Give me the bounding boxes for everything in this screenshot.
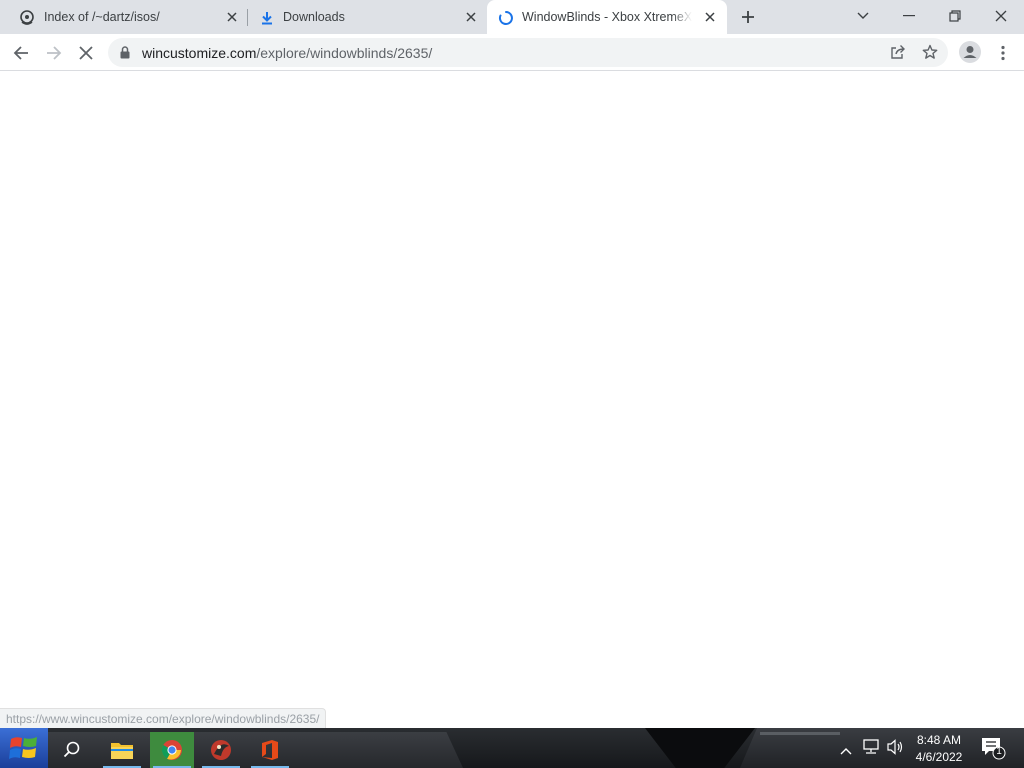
tab-downloads[interactable]: Downloads bbox=[248, 0, 486, 34]
avatar-icon bbox=[959, 41, 981, 63]
close-icon bbox=[995, 10, 1007, 22]
taskbar-file-explorer[interactable] bbox=[100, 732, 144, 768]
taskbar-office[interactable] bbox=[248, 732, 292, 768]
chrome-icon bbox=[161, 740, 182, 760]
taskbar-app[interactable] bbox=[199, 732, 243, 768]
address-bar[interactable]: wincustomize.com/explore/windowblinds/26… bbox=[108, 38, 948, 67]
download-icon bbox=[258, 9, 275, 26]
office-icon bbox=[262, 740, 278, 760]
profile-button[interactable] bbox=[958, 40, 982, 64]
menu-button[interactable] bbox=[992, 42, 1014, 64]
lock-icon[interactable] bbox=[120, 46, 130, 64]
clock-date: 4/6/2022 bbox=[915, 750, 963, 764]
search-icon bbox=[63, 741, 80, 758]
taskbar-notch bbox=[645, 728, 755, 768]
close-icon bbox=[79, 46, 93, 60]
tab-index-of-isos[interactable]: Index of /~dartz/isos/ bbox=[0, 0, 247, 34]
close-window-button[interactable] bbox=[990, 6, 1012, 26]
tab-search-button[interactable] bbox=[852, 6, 874, 26]
new-tab-button[interactable] bbox=[738, 8, 758, 26]
tab-title: WindowBlinds - Xbox XtremeXP bbox=[522, 10, 692, 24]
link-status-bubble: https://www.wincustomize.com/explore/win… bbox=[0, 708, 327, 728]
tab-title: Downloads bbox=[283, 10, 345, 24]
back-button[interactable] bbox=[10, 42, 32, 64]
tab-windowblinds[interactable]: WindowBlinds - Xbox XtremeXP bbox=[487, 0, 727, 34]
tab-close-icon[interactable] bbox=[463, 9, 479, 25]
folder-icon bbox=[111, 743, 133, 759]
share-icon bbox=[891, 45, 905, 59]
arrow-right-icon bbox=[47, 46, 62, 60]
url-text: wincustomize.com/explore/windowblinds/26… bbox=[142, 45, 432, 61]
clock-time: 8:48 AM bbox=[916, 733, 962, 747]
site-icon bbox=[18, 9, 35, 26]
restore-icon bbox=[949, 10, 961, 22]
volume-icon[interactable] bbox=[886, 739, 904, 760]
page-content bbox=[0, 71, 1024, 728]
tab-strip: Index of /~dartz/isos/ Downloads WindowB… bbox=[0, 0, 1024, 34]
bookmark-button[interactable] bbox=[919, 41, 941, 63]
windows-logo-icon bbox=[9, 737, 37, 759]
tab-close-icon[interactable] bbox=[224, 9, 240, 25]
start-button[interactable] bbox=[0, 728, 48, 768]
taskbar-search-button[interactable] bbox=[50, 732, 94, 768]
minimize-icon bbox=[903, 15, 915, 17]
minimize-button[interactable] bbox=[898, 6, 920, 26]
url-path: /explore/windowblinds/2635/ bbox=[256, 45, 433, 61]
chevron-down-icon bbox=[857, 12, 869, 19]
notification-count: 1 bbox=[996, 746, 1002, 757]
taskbar-chrome[interactable] bbox=[150, 732, 194, 768]
kebab-menu-icon bbox=[1001, 45, 1005, 61]
restore-button[interactable] bbox=[944, 6, 966, 26]
network-icon[interactable] bbox=[862, 739, 880, 760]
tab-title: Index of /~dartz/isos/ bbox=[44, 10, 160, 24]
action-center-button[interactable]: 1 bbox=[980, 736, 1008, 762]
app-icon bbox=[211, 740, 231, 760]
browser-toolbar: wincustomize.com/explore/windowblinds/26… bbox=[0, 34, 1024, 71]
stop-loading-button[interactable] bbox=[75, 42, 97, 64]
arrow-left-icon bbox=[13, 46, 28, 60]
chevron-up-icon bbox=[840, 748, 852, 755]
url-host: wincustomize.com bbox=[142, 45, 257, 61]
loading-spinner-icon bbox=[497, 9, 514, 26]
taskbar-clock[interactable]: 8:48 AM 4/6/2022 bbox=[904, 732, 974, 766]
plus-icon bbox=[742, 11, 754, 23]
star-icon bbox=[922, 44, 938, 59]
forward-button[interactable] bbox=[43, 42, 65, 64]
show-hidden-icons-button[interactable] bbox=[840, 742, 852, 760]
share-button[interactable] bbox=[887, 41, 909, 63]
tab-close-icon[interactable] bbox=[702, 9, 718, 25]
